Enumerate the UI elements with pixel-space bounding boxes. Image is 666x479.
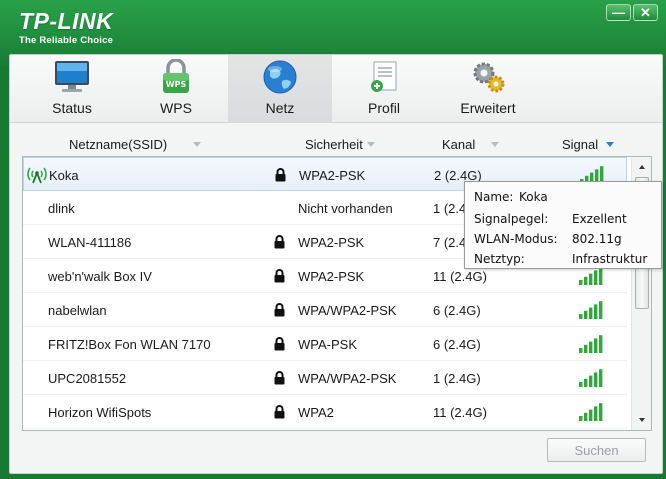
network-security: WPA2-PSK	[298, 234, 365, 250]
network-security: WPA/WPA2-PSK	[298, 302, 397, 318]
profile-document-icon	[364, 59, 404, 95]
nav-label-profil: Profil	[368, 100, 400, 116]
lock-icon	[273, 225, 286, 259]
column-header-security-label: Sicherheit	[305, 137, 363, 152]
network-security: WPA-PSK	[298, 336, 357, 352]
network-channel: 6 (2.4G)	[433, 302, 481, 318]
lock-icon	[273, 259, 286, 293]
tooltip-type-row: Netztyp: Infrastruktur	[474, 252, 647, 266]
globe-icon	[260, 59, 300, 95]
network-security: WPA2-PSK	[299, 167, 366, 183]
network-security: Nicht vorhanden	[298, 200, 393, 216]
main-nav: Status WPS WPS Netz Profil Erweitert	[10, 55, 662, 123]
tooltip-signal-row: Signalpegel: Exzellent	[474, 212, 627, 226]
nav-tab-erweitert[interactable]: Erweitert	[436, 55, 540, 123]
column-header-signal-label: Signal	[562, 137, 599, 152]
lock-icon	[273, 395, 286, 429]
network-ssid: UPC2081552	[48, 370, 127, 386]
column-header-security[interactable]: Sicherheit	[305, 137, 375, 152]
tooltip-signal-value: Exzellent	[572, 212, 627, 226]
network-row[interactable]: nabelwlan WPA/WPA2-PSK 6 (2.4G)	[23, 293, 627, 327]
tp-link-logo: TP-LINK The Reliable Choice	[19, 8, 113, 46]
network-security: WPA/WPA2-PSK	[298, 370, 397, 386]
signal-strength-icon	[578, 293, 604, 327]
lock-icon	[274, 158, 287, 192]
tooltip-mode-label: WLAN-Modus:	[474, 232, 558, 246]
tooltip-type-value: Infrastruktur	[572, 252, 648, 266]
network-row[interactable]: FRITZ!Box Fon WLAN 7170 WPA-PSK 6 (2.4G)	[23, 327, 627, 361]
network-ssid: web'n'walk Box IV	[48, 268, 152, 284]
scroll-down-button[interactable]	[632, 412, 651, 428]
network-ssid: Horizon WifiSpots	[48, 404, 152, 420]
network-security: WPA2-PSK	[298, 268, 365, 284]
column-header-channel-label: Kanal	[442, 137, 476, 152]
signal-strength-icon	[578, 361, 604, 395]
network-ssid: WLAN-411186	[48, 234, 132, 250]
lock-icon	[273, 361, 286, 395]
nav-tab-netz[interactable]: Netz	[228, 55, 332, 123]
network-list-area: Netzname(SSID) Sicherheit Kanal Signal K…	[22, 132, 652, 432]
tooltip-name-label: Name:	[474, 190, 514, 204]
network-row[interactable]: UPC2081552 WPA/WPA2-PSK 1 (2.4G)	[23, 361, 627, 395]
network-ssid: FRITZ!Box Fon WLAN 7170	[48, 336, 211, 352]
tooltip-signal-label: Signalpegel:	[474, 212, 549, 226]
nav-tab-status[interactable]: Status	[20, 55, 124, 123]
nav-label-status: Status	[52, 100, 92, 116]
brand-name: TP-LINK	[19, 8, 114, 34]
network-ssid: nabelwlan	[48, 302, 107, 318]
connected-antenna-icon	[27, 166, 47, 189]
column-header-signal[interactable]: Signal	[562, 137, 615, 152]
network-channel: 11 (2.4G)	[433, 404, 487, 420]
signal-strength-icon	[578, 327, 604, 361]
brand-tagline: The Reliable Choice	[19, 35, 114, 46]
sort-arrow-active-icon	[606, 142, 615, 147]
signal-strength-icon	[578, 395, 604, 429]
network-ssid: dlink	[48, 200, 75, 216]
wps-lock-icon: WPS	[156, 59, 196, 95]
lock-icon	[273, 327, 286, 361]
nav-label-erweitert: Erweitert	[460, 100, 516, 116]
tooltip-name-value: Koka	[519, 190, 548, 204]
minimize-button[interactable]: —	[606, 4, 631, 21]
network-row[interactable]: Horizon WifiSpots WPA2 11 (2.4G)	[23, 395, 627, 429]
close-button[interactable]: ✕	[633, 4, 658, 21]
sort-arrow-icon	[193, 142, 202, 147]
network-channel: 6 (2.4G)	[433, 336, 481, 352]
tooltip-mode-value: 802.11g	[572, 232, 622, 246]
network-details-tooltip: Name: Koka Signalpegel: Exzellent WLAN-M…	[464, 181, 662, 269]
svg-text:WPS: WPS	[166, 80, 187, 89]
tooltip-name-row: Name: Koka	[474, 190, 548, 204]
network-security: WPA2	[298, 404, 334, 420]
window-controls: — ✕	[606, 4, 658, 21]
lock-icon	[273, 293, 286, 327]
scroll-up-button[interactable]	[632, 159, 651, 175]
tooltip-type-label: Netztyp:	[474, 252, 525, 266]
nav-tab-wps[interactable]: WPS WPS	[124, 55, 228, 123]
network-channel: 1 (2.4G)	[433, 370, 481, 386]
app-window: TP-LINK The Reliable Choice — ✕ Status W…	[0, 0, 666, 479]
gears-icon	[468, 59, 508, 95]
monitor-icon	[52, 59, 92, 95]
column-header-ssid[interactable]: Netzname(SSID)	[69, 137, 202, 152]
network-ssid: Koka	[49, 167, 79, 183]
sort-arrow-icon	[366, 142, 375, 147]
nav-label-wps: WPS	[160, 100, 192, 116]
nav-tab-profil[interactable]: Profil	[332, 55, 436, 123]
search-button[interactable]: Suchen	[547, 438, 646, 462]
nav-label-netz: Netz	[265, 100, 295, 116]
tooltip-mode-row: WLAN-Modus: 802.11g	[474, 232, 622, 246]
column-header-channel[interactable]: Kanal	[442, 137, 500, 152]
column-header-ssid-label: Netzname(SSID)	[69, 137, 168, 152]
sort-arrow-icon	[491, 142, 500, 147]
